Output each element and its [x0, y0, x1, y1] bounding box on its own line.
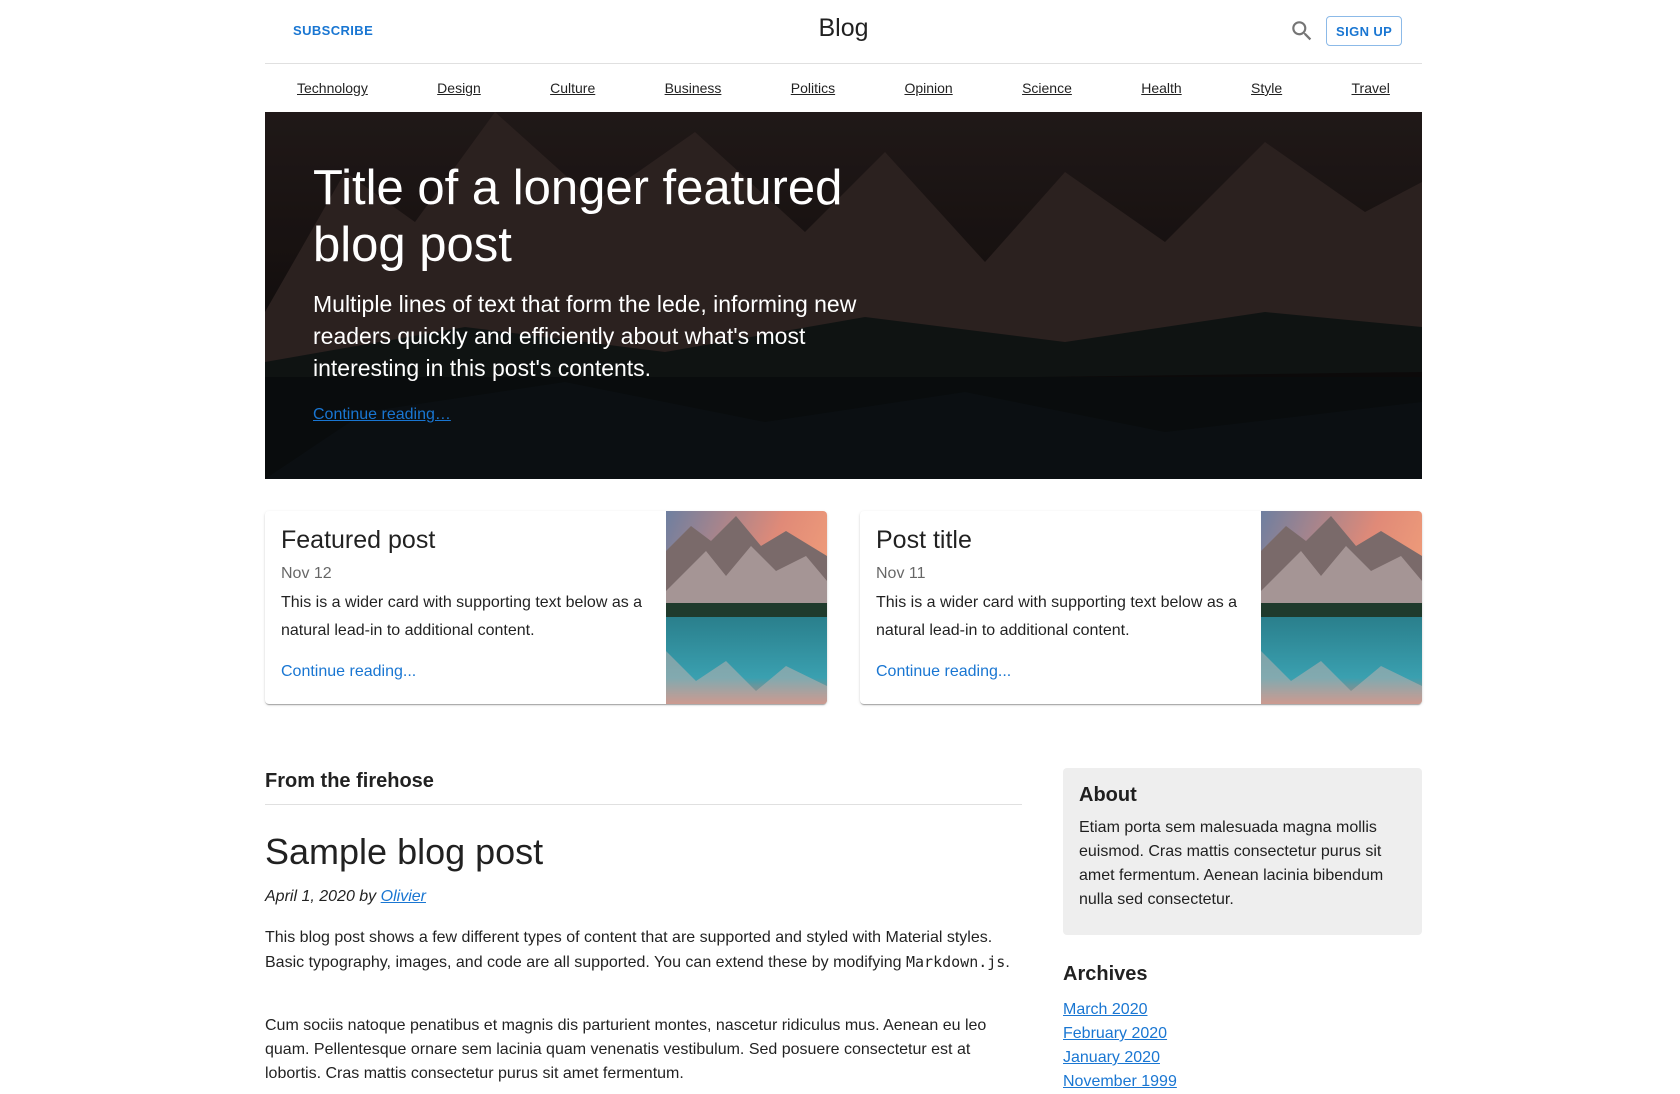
section-heading: From the firehose [265, 770, 1022, 805]
card-title: Post title [876, 526, 972, 554]
nav-link-travel[interactable]: Travel [1352, 80, 1390, 96]
post-paragraph: This blog post shows a few different typ… [265, 926, 1025, 975]
nav-link-health[interactable]: Health [1141, 80, 1181, 96]
about-text: Etiam porta sem malesuada magna mollis e… [1079, 819, 1384, 908]
nav-link-opinion[interactable]: Opinion [904, 80, 952, 96]
post-title: Sample blog post [265, 831, 544, 872]
about-panel: About Etiam porta sem malesuada magna mo… [1063, 768, 1422, 935]
search-icon[interactable] [1289, 18, 1315, 44]
hero-continue-reading-link[interactable]: Continue reading… [313, 406, 451, 424]
featured-post-card[interactable]: Featured post Nov 12 This is a wider car… [265, 511, 827, 704]
archive-link[interactable]: February 2020 [1063, 1022, 1177, 1046]
hero-title: Title of a longer featured blog post [313, 161, 843, 272]
post-paragraph-end: . [1005, 954, 1010, 971]
about-title: About [1079, 784, 1137, 806]
post-card[interactable]: Post title Nov 11 This is a wider card w… [860, 511, 1422, 704]
nav-link-style[interactable]: Style [1251, 80, 1282, 96]
site-title: Blog [818, 14, 869, 42]
nav-link-science[interactable]: Science [1022, 80, 1072, 96]
hero-lede: Multiple lines of text that form the led… [313, 291, 857, 381]
archive-link[interactable]: November 1999 [1063, 1070, 1177, 1094]
card-description: This is a wider card with supporting tex… [876, 594, 1238, 639]
archives-list: March 2020 February 2020 January 2020 No… [1063, 998, 1177, 1094]
header-toolbar: SUBSCRIBE Blog SIGN UP [265, 0, 1422, 64]
archives-title: Archives [1063, 963, 1148, 985]
post-paragraph: Cum sociis natoque penatibus et magnis d… [265, 1017, 987, 1082]
archive-link[interactable]: January 2020 [1063, 1046, 1177, 1070]
post-code: Markdown.js [906, 953, 1006, 971]
card-thumbnail-image [1261, 511, 1422, 704]
nav-link-technology[interactable]: Technology [297, 80, 368, 96]
hero-featured-post: Title of a longer featured blog post Mul… [265, 112, 1422, 479]
card-description: This is a wider card with supporting tex… [281, 594, 643, 639]
card-continue-reading[interactable]: Continue reading... [876, 663, 1011, 681]
nav-link-culture[interactable]: Culture [550, 80, 595, 96]
nav-link-politics[interactable]: Politics [791, 80, 835, 96]
card-title: Featured post [281, 526, 436, 554]
post-meta: April 1, 2020 by Olivier [265, 888, 426, 906]
post-date: April 1, 2020 by [265, 888, 377, 905]
nav-link-business[interactable]: Business [665, 80, 722, 96]
section-nav: Technology Design Culture Business Polit… [265, 64, 1422, 112]
post-paragraph-text: This blog post shows a few different typ… [265, 929, 993, 971]
nav-link-design[interactable]: Design [437, 80, 481, 96]
card-date: Nov 12 [281, 565, 332, 582]
sign-up-button[interactable]: SIGN UP [1326, 16, 1403, 46]
card-date: Nov 11 [876, 565, 926, 582]
post-author-link[interactable]: Olivier [381, 888, 426, 905]
archive-link[interactable]: March 2020 [1063, 998, 1177, 1022]
card-thumbnail-image [666, 511, 827, 704]
card-continue-reading[interactable]: Continue reading... [281, 663, 416, 681]
